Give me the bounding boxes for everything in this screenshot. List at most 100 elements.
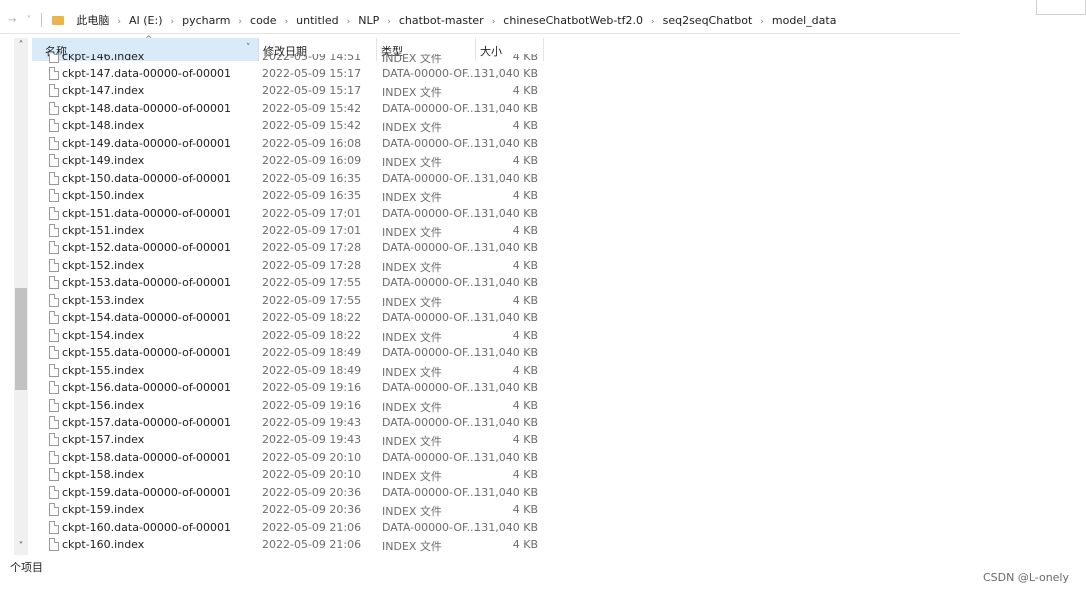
breadcrumb: → ˅ 此电脑 › AI (E:) › pycharm › code › untitled › NL… xyxy=(8,12,844,28)
table-row[interactable]: ckpt-156.index 2022-05-09 19:16 INDEX 文件 4 … xyxy=(32,397,552,414)
status-bar-text: 个项目 xyxy=(10,561,43,574)
file-date: 2022-05-09 15:17 xyxy=(262,66,362,80)
file-icon xyxy=(49,520,59,534)
chevron-right-icon[interactable]: › xyxy=(760,17,764,27)
table-row[interactable]: ckpt-147.data-00000-of-00001 2022-05-09 1… xyxy=(32,65,552,82)
table-row[interactable]: ckpt-148.index 2022-05-09 15:42 INDEX 文件 4 … xyxy=(32,117,552,134)
chevron-right-icon[interactable]: › xyxy=(347,17,351,27)
file-size: 4 KB xyxy=(512,119,538,133)
file-name: ckpt-153.data-00000-of-00001 xyxy=(62,276,232,290)
file-type: INDEX 文件 xyxy=(382,505,442,519)
chevron-right-icon[interactable]: › xyxy=(285,17,289,27)
sort-ascending-icon: ^ xyxy=(145,35,153,45)
breadcrumb-item[interactable]: seq2seqChatbot xyxy=(663,14,753,27)
file-icon xyxy=(49,328,59,342)
table-row[interactable]: ckpt-153.data-00000-of-00001 2022-05-09 1… xyxy=(32,274,552,291)
chevron-right-icon[interactable]: › xyxy=(651,17,655,27)
chevron-down-icon[interactable]: ˅ xyxy=(26,15,31,26)
scroll-down-icon[interactable]: ˅ xyxy=(14,541,28,553)
table-row[interactable]: ckpt-150.data-00000-of-00001 2022-05-09 1… xyxy=(32,170,552,187)
file-size: 4 KB xyxy=(512,84,538,98)
file-type: INDEX 文件 xyxy=(382,540,442,554)
chevron-right-icon[interactable]: › xyxy=(387,17,391,27)
file-icon xyxy=(49,468,59,482)
file-date: 2022-05-09 20:36 xyxy=(262,503,362,517)
file-size: 131,040 KB xyxy=(474,276,538,290)
file-date: 2022-05-09 21:06 xyxy=(262,520,362,534)
chevron-right-icon[interactable]: › xyxy=(492,17,496,27)
table-row[interactable]: ckpt-159.data-00000-of-00001 2022-05-09 2… xyxy=(32,484,552,501)
breadcrumb-item[interactable]: chineseChatbotWeb-tf2.0 xyxy=(503,14,643,27)
breadcrumb-item[interactable]: model_data xyxy=(772,14,837,27)
table-row[interactable]: ckpt-151.data-00000-of-00001 2022-05-09 1… xyxy=(32,205,552,222)
table-row[interactable]: ckpt-149.index 2022-05-09 16:09 INDEX 文件 4 … xyxy=(32,152,552,169)
table-row[interactable]: ckpt-157.index 2022-05-09 19:43 INDEX 文件 4 … xyxy=(32,431,552,448)
file-name: ckpt-150.data-00000-of-00001 xyxy=(62,171,232,185)
breadcrumb-item[interactable]: untitled xyxy=(296,14,338,27)
file-date: 2022-05-09 18:22 xyxy=(262,311,362,325)
file-size: 4 KB xyxy=(512,538,538,552)
table-row[interactable]: ckpt-158.index 2022-05-09 20:10 INDEX 文件 4 … xyxy=(32,466,552,483)
table-row[interactable]: ckpt-154.index 2022-05-09 18:22 INDEX 文件 4 … xyxy=(32,327,552,344)
address-bar[interactable]: → ˅ 此电脑 › AI (E:) › pycharm › code › untitled › NL… xyxy=(0,0,960,34)
scroll-up-icon[interactable]: ˄ xyxy=(14,40,28,52)
breadcrumb-item[interactable]: 此电脑 xyxy=(76,14,109,27)
file-size: 4 KB xyxy=(512,293,538,307)
file-date: 2022-05-09 19:16 xyxy=(262,381,362,395)
table-row[interactable]: ckpt-152.index 2022-05-09 17:28 INDEX 文件 4 … xyxy=(32,257,552,274)
table-row[interactable]: ckpt-159.index 2022-05-09 20:36 INDEX 文件 4 … xyxy=(32,501,552,518)
back-arrow-icon[interactable]: → xyxy=(8,15,16,26)
file-type: INDEX 文件 xyxy=(382,260,442,274)
table-row[interactable]: ckpt-160.data-00000-of-00001 2022-05-09 2… xyxy=(32,519,552,536)
file-icon xyxy=(49,381,59,395)
table-row[interactable]: ckpt-146.index 2022-05-09 14:51 INDEX 文件 4 … xyxy=(32,54,552,65)
breadcrumb-item[interactable]: chatbot-master xyxy=(399,14,484,27)
file-type: DATA-00000-OF... xyxy=(382,415,478,429)
table-row[interactable]: ckpt-147.index 2022-05-09 15:17 INDEX 文件 4 … xyxy=(32,82,552,99)
table-row[interactable]: ckpt-160.index 2022-05-09 21:06 INDEX 文件 4 … xyxy=(32,536,552,553)
file-type: DATA-00000-OF... xyxy=(382,311,478,325)
table-row[interactable]: ckpt-154.data-00000-of-00001 2022-05-09 1… xyxy=(32,309,552,326)
file-name: ckpt-157.index xyxy=(62,433,145,447)
table-row[interactable]: ckpt-150.index 2022-05-09 16:35 INDEX 文件 4 … xyxy=(32,187,552,204)
table-row[interactable]: ckpt-156.data-00000-of-00001 2022-05-09 1… xyxy=(32,379,552,396)
file-icon xyxy=(49,241,59,255)
file-size: 131,040 KB xyxy=(474,311,538,325)
file-size: 4 KB xyxy=(512,468,538,482)
table-row[interactable]: ckpt-151.index 2022-05-09 17:01 INDEX 文件 4 … xyxy=(32,222,552,239)
file-icon xyxy=(49,189,59,203)
table-row[interactable]: ckpt-152.data-00000-of-00001 2022-05-09 1… xyxy=(32,239,552,256)
breadcrumb-item[interactable]: pycharm xyxy=(182,14,230,27)
file-icon xyxy=(49,346,59,360)
table-row[interactable]: ckpt-155.data-00000-of-00001 2022-05-09 1… xyxy=(32,344,552,361)
file-name: ckpt-147.data-00000-of-00001 xyxy=(62,66,232,80)
table-row[interactable]: ckpt-148.data-00000-of-00001 2022-05-09 1… xyxy=(32,100,552,117)
breadcrumb-item[interactable]: AI (E:) xyxy=(129,14,163,27)
table-row[interactable]: ckpt-153.index 2022-05-09 17:55 INDEX 文件 4 … xyxy=(32,292,552,309)
scrollbar-thumb[interactable] xyxy=(15,288,27,390)
file-icon xyxy=(49,136,59,150)
file-type: INDEX 文件 xyxy=(382,226,442,239)
chevron-right-icon[interactable]: › xyxy=(171,17,175,27)
table-row[interactable]: ckpt-155.index 2022-05-09 18:49 INDEX 文件 4 … xyxy=(32,362,552,379)
file-date: 2022-05-09 19:16 xyxy=(262,398,362,412)
table-row[interactable]: ckpt-149.data-00000-of-00001 2022-05-09 1… xyxy=(32,135,552,152)
file-size: 4 KB xyxy=(512,224,538,237)
chevron-right-icon[interactable]: › xyxy=(238,17,242,27)
table-row[interactable]: ckpt-157.data-00000-of-00001 2022-05-09 1… xyxy=(32,414,552,431)
file-icon xyxy=(49,433,59,447)
file-name: ckpt-152.index xyxy=(62,258,145,272)
chevron-down-icon[interactable]: ˅ xyxy=(246,43,251,53)
file-size: 4 KB xyxy=(512,433,538,447)
file-type: DATA-00000-OF... xyxy=(382,381,478,395)
chevron-right-icon[interactable]: › xyxy=(117,17,121,27)
table-row[interactable]: ckpt-158.data-00000-of-00001 2022-05-09 2… xyxy=(32,449,552,466)
breadcrumb-item[interactable]: NLP xyxy=(358,14,379,27)
file-date: 2022-05-09 19:43 xyxy=(262,433,362,447)
breadcrumb-item[interactable]: code xyxy=(250,14,277,27)
search-box[interactable] xyxy=(1036,0,1086,15)
file-date: 2022-05-09 16:09 xyxy=(262,154,362,168)
file-date: 2022-05-09 17:01 xyxy=(262,206,362,220)
file-date: 2022-05-09 17:28 xyxy=(262,258,362,272)
file-name: ckpt-155.index xyxy=(62,363,145,377)
